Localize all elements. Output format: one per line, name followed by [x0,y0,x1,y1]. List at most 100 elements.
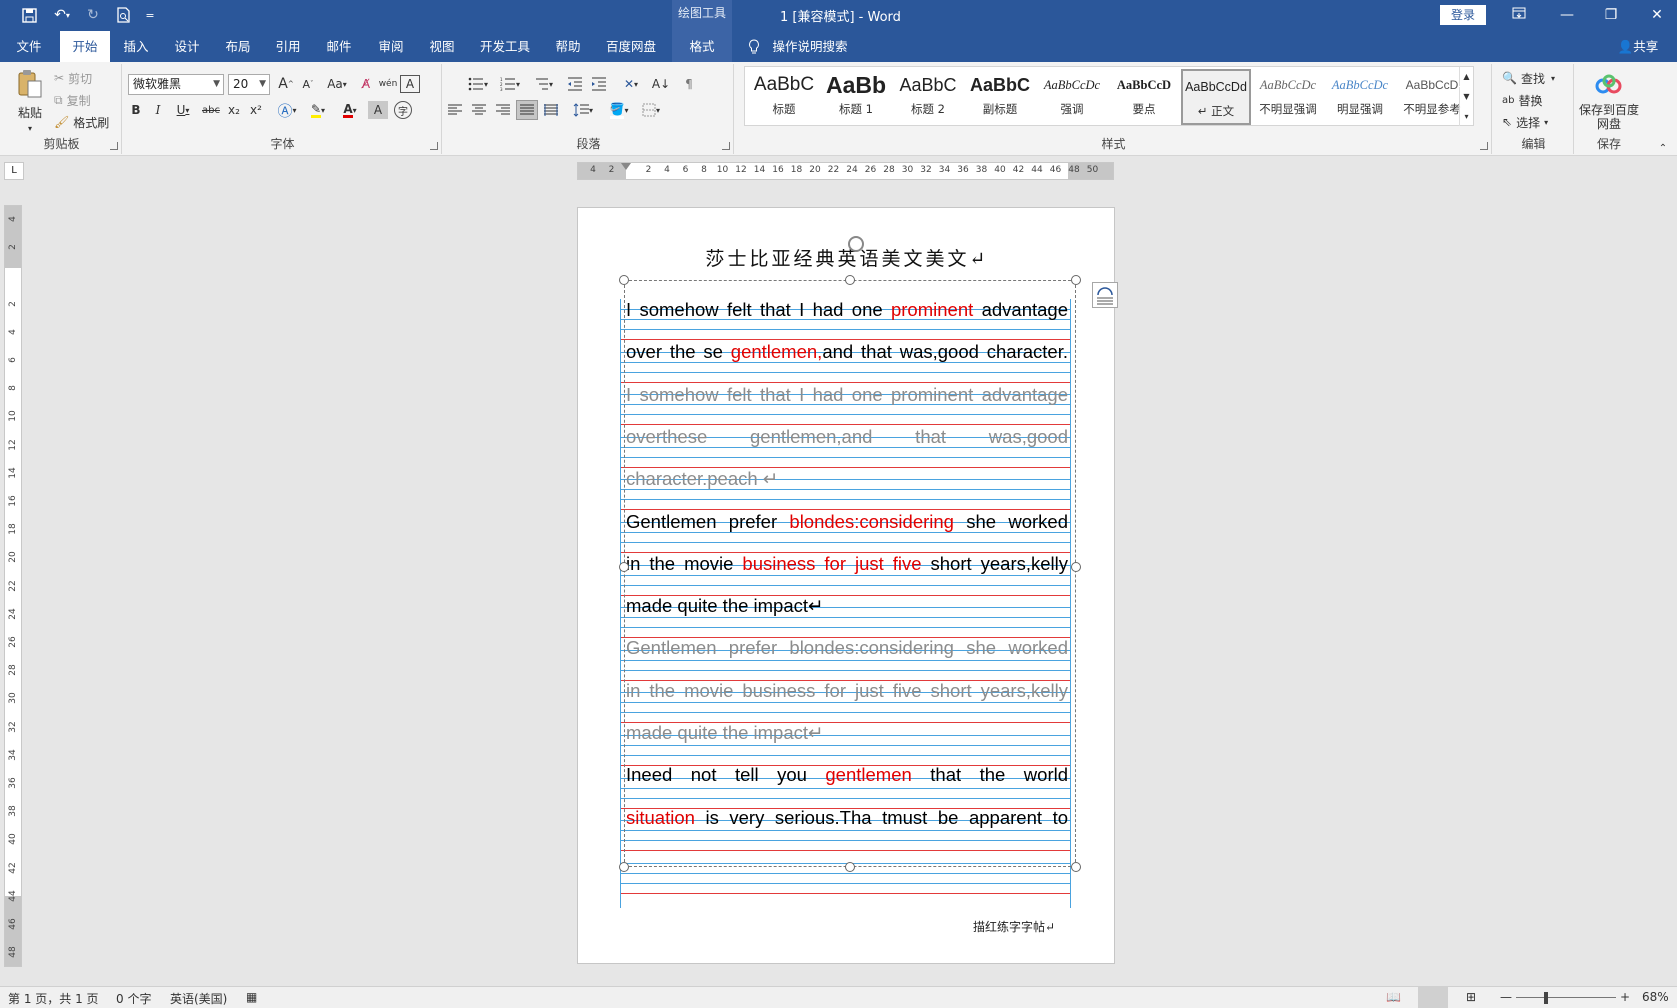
show-hide-marks-icon[interactable]: ¶ [678,74,700,94]
tab-selector-icon[interactable]: L [4,162,24,180]
bullets-icon[interactable]: ▾ [464,74,492,94]
first-line-indent-marker[interactable] [621,163,631,170]
document-title[interactable]: 莎士比亚经典英语美文美文↵ [578,244,1116,271]
font-color-button[interactable]: A ▾ [336,100,364,120]
resize-handle[interactable] [1071,862,1081,872]
text-line[interactable]: Gentlemen prefer blondes:considering she… [626,509,1068,535]
style-heading2[interactable]: AaBbC 标题 2 [893,69,963,125]
paragraph-launcher-icon[interactable] [722,142,730,150]
format-painter-button[interactable]: 🖌 格式刷 [54,112,118,132]
style-emphasis[interactable]: AaBbCcDc 强调 [1037,69,1107,125]
print-layout-icon[interactable] [1418,987,1448,1008]
underline-button[interactable]: U ▾ [170,100,196,120]
highlight-color-icon[interactable]: ✎ ▾ [304,100,332,120]
share-button[interactable]: 👤共享 [1610,31,1666,62]
replace-button[interactable]: ab 替换 [1502,90,1572,110]
ribbon-display-options-icon[interactable] [1502,4,1536,26]
tab-references[interactable]: 引用 [264,31,312,62]
text-effects-icon[interactable]: Ⓐ ▾ [274,100,300,120]
tab-file[interactable]: 文件 [6,31,52,62]
tab-baidu-netdisk[interactable]: 百度网盘 [596,31,666,62]
rotate-handle-icon[interactable] [848,236,864,252]
tab-design[interactable]: 设计 [162,31,212,62]
tab-developer[interactable]: 开发工具 [470,31,540,62]
distributed-icon[interactable] [540,100,562,120]
gallery-more-icon[interactable]: ▾ [1459,107,1473,126]
tab-review[interactable]: 审阅 [366,31,416,62]
style-strong[interactable]: AaBbCcD 要点 [1109,69,1179,125]
style-subtle-emphasis[interactable]: AaBbCcDc 不明显强调 [1253,69,1323,125]
zoom-out-icon[interactable]: — [1500,990,1512,1004]
font-name-combo[interactable]: 微软雅黑 ▼ [128,74,224,95]
chinese-layout-icon[interactable]: ✕ ▾ [616,74,646,94]
paste-icon[interactable] [14,68,46,100]
footer-text[interactable]: 描红练字字帖↵ [973,918,1055,935]
tab-home[interactable]: 开始 [60,31,110,62]
collapse-ribbon-icon[interactable]: ⌃ [1656,138,1670,158]
font-size-combo[interactable]: 20 ▼ [228,74,270,95]
shading-icon[interactable]: 🪣 ▾ [604,100,634,120]
page-count[interactable]: 第 1 页，共 1 页 [8,990,99,1007]
gallery-up-icon[interactable]: ▲ [1459,67,1473,86]
bold-button[interactable]: B [126,100,146,120]
trace-line[interactable]: Gentlemen prefer blondes:considering she… [626,635,1068,661]
undo-icon[interactable]: ↶ ▾ [48,5,76,25]
justify-icon[interactable] [516,100,538,120]
character-border-button[interactable]: A [400,75,420,93]
customize-qat-icon[interactable]: = [142,5,158,25]
close-icon[interactable]: ✕ [1640,4,1674,26]
superscript-button[interactable]: x² [246,100,266,120]
phonetic-guide-button[interactable]: wén [378,74,398,94]
sort-icon[interactable]: A↓ [650,74,672,94]
print-preview-icon[interactable] [112,5,134,25]
trace-line[interactable]: character.peach ↵ [626,466,1068,492]
zoom-level[interactable]: 68% [1642,990,1669,1004]
style-normal[interactable]: AaBbCcDd ↵ 正文 [1181,69,1251,125]
restore-icon[interactable]: ❐ [1594,4,1628,26]
resize-handle[interactable] [619,862,629,872]
tab-help[interactable]: 帮助 [544,31,592,62]
macro-record-icon[interactable]: ▦ [246,990,257,1004]
zoom-in-icon[interactable]: + [1620,990,1630,1004]
tab-insert[interactable]: 插入 [112,31,160,62]
change-case-button[interactable]: Aa ▾ [322,74,352,94]
zoom-slider[interactable] [1516,997,1616,998]
zoom-slider-thumb[interactable] [1544,992,1548,1004]
resize-handle[interactable] [1071,275,1081,285]
layout-options-icon[interactable] [1092,282,1118,308]
style-subtle-reference[interactable]: AaBbCcD 不明显参考 [1397,69,1467,125]
horizontal-ruler[interactable]: 4 2 2 4 6 8 10 12 14 16 18 20 22 24 26 28 30 32 34 36 38 40 42… [577,162,1114,180]
clipboard-launcher-icon[interactable] [110,142,118,150]
read-mode-icon[interactable]: 📖 [1386,990,1401,1004]
shrink-font-button[interactable]: Aˇ [298,74,318,94]
save-to-netdisk-button[interactable]: 保存到百度网盘 [1576,102,1642,132]
minimize-icon[interactable]: — [1550,4,1584,26]
font-launcher-icon[interactable] [430,142,438,150]
trace-line[interactable]: I somehow felt that I had one prominent … [626,382,1068,408]
style-heading1[interactable]: AaBb 标题 1 [821,69,891,125]
text-line[interactable]: I somehow felt that I had one prominent … [626,297,1068,323]
vertical-ruler[interactable]: 4 2 2 4 6 8 10 12 14 16 18 20 22 24 26 28 30 32 34 36 38 40 42… [4,205,22,967]
strikethrough-button[interactable]: abc [200,100,222,120]
enclose-characters-button[interactable]: 字 [394,101,412,119]
multilevel-list-icon[interactable]: ▾ [528,74,558,94]
trace-line[interactable]: made quite the impact↵ [626,720,1068,746]
resize-handle[interactable] [1071,562,1081,572]
numbering-icon[interactable]: 1 2 3 ▾ [496,74,524,94]
find-button[interactable]: 🔍 查找 ▾ [1502,68,1572,88]
style-intense-emphasis[interactable]: AaBbCcDc 明显强调 [1325,69,1395,125]
styles-launcher-icon[interactable] [1480,142,1488,150]
line-spacing-icon[interactable]: ▾ [568,100,598,120]
align-right-icon[interactable] [492,100,514,120]
clear-formatting-icon[interactable]: A̸ [356,74,376,94]
resize-handle[interactable] [845,862,855,872]
copy-button[interactable]: ⧉ 复制 [54,90,114,110]
subscript-button[interactable]: x₂ [224,100,244,120]
resize-handle[interactable] [619,275,629,285]
resize-handle[interactable] [619,562,629,572]
select-button[interactable]: ⇖ 选择 ▾ [1502,112,1572,132]
trace-line[interactable]: in the movie business for just five shor… [626,678,1068,704]
login-button[interactable]: 登录 [1440,5,1486,25]
gallery-down-icon[interactable]: ▼ [1459,87,1473,106]
text-line[interactable]: situation is very serious.Tha tmust be a… [626,805,1068,831]
